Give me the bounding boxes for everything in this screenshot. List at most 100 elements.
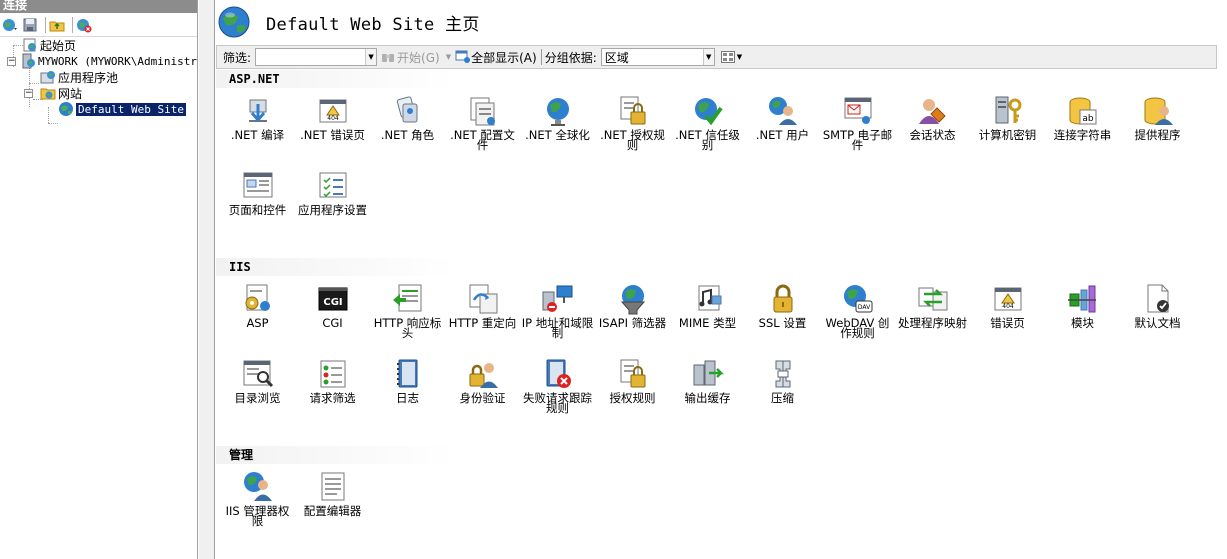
tree-item-label: 应用程序池 xyxy=(58,70,119,85)
tree-item-sites[interactable]: 网站 xyxy=(40,85,82,101)
feature-item[interactable]: 应用程序设置 xyxy=(295,169,370,239)
feature-item[interactable]: DAV WebDAV 创作规则 xyxy=(820,282,895,352)
feature-item[interactable]: 目录浏览 xyxy=(220,357,295,427)
section-header[interactable]: IIS xyxy=(216,258,456,276)
tree-item-start-page[interactable]: 起始页 xyxy=(22,37,76,53)
output-cache-icon xyxy=(691,357,725,391)
feature-item[interactable]: 压缩 xyxy=(745,357,820,427)
feature-label: 请求筛选 xyxy=(309,391,356,405)
ip-restrict-icon xyxy=(541,282,575,316)
users-globe-icon xyxy=(766,94,800,128)
binoculars-icon xyxy=(382,54,395,62)
pane-splitter[interactable] xyxy=(199,0,215,559)
disconnect-icon[interactable] xyxy=(76,17,92,33)
chevron-down-icon[interactable]: ▼ xyxy=(446,53,451,61)
feature-item[interactable]: HTTP 响应标头 xyxy=(370,282,445,352)
feature-item[interactable]: 404 错误页 xyxy=(970,282,1045,352)
svg-text:ab: ab xyxy=(1082,114,1094,124)
profile-icon xyxy=(466,94,500,128)
feature-item[interactable]: 会话状态 xyxy=(895,94,970,164)
feature-label: IP 地址和域限制 xyxy=(521,316,594,340)
feature-label: CGI xyxy=(322,316,343,330)
feature-label: 默认文档 xyxy=(1134,316,1181,330)
chevron-down-icon[interactable]: ▼ xyxy=(702,49,714,65)
go-button-label: 开始(G) xyxy=(397,50,440,65)
feature-label: 模块 xyxy=(1071,316,1094,330)
modules-icon xyxy=(1066,282,1100,316)
asp-icon xyxy=(241,282,275,316)
feature-item[interactable]: .NET 角色 xyxy=(370,94,445,164)
globe-check-icon xyxy=(691,94,725,128)
feature-item[interactable]: 处理程序映射 xyxy=(895,282,970,352)
feature-item[interactable]: IIS 管理器权限 xyxy=(220,470,295,540)
feature-item[interactable]: 404 .NET 错误页 xyxy=(295,94,370,164)
view-mode-button[interactable]: ▼ xyxy=(720,51,742,63)
section-header[interactable]: ASP.NET xyxy=(216,70,456,88)
server-icon xyxy=(20,53,36,69)
tree-item-default-web-site[interactable]: Default Web Site xyxy=(58,101,186,117)
feature-item[interactable]: 授权规则 xyxy=(595,357,670,427)
feature-item[interactable]: MIME 类型 xyxy=(670,282,745,352)
isapi-filter-icon xyxy=(616,282,650,316)
feature-item[interactable]: .NET 用户 xyxy=(745,94,820,164)
ssl-lock-icon xyxy=(766,282,800,316)
authorization-icon xyxy=(616,357,650,391)
feature-item[interactable]: 日志 xyxy=(370,357,445,427)
connect-globe-icon[interactable] xyxy=(2,17,18,33)
feature-item[interactable]: .NET 全球化 xyxy=(520,94,595,164)
go-button[interactable]: 开始(G) ▼ xyxy=(381,49,451,66)
feature-label: 身份验证 xyxy=(459,391,506,405)
feature-label: ISAPI 筛选器 xyxy=(598,316,667,330)
feature-item[interactable]: 提供程序 xyxy=(1120,94,1195,164)
show-all-button[interactable]: 全部显示(A) xyxy=(455,49,537,66)
section-header[interactable]: 管理 xyxy=(216,446,456,464)
filter-input[interactable]: ▼ xyxy=(255,48,378,66)
feature-item[interactable]: 输出缓存 xyxy=(670,357,745,427)
handler-mapping-icon xyxy=(916,282,950,316)
feature-item[interactable]: 默认文档 xyxy=(1120,282,1195,352)
authentication-icon xyxy=(466,357,500,391)
feature-item[interactable]: ASP xyxy=(220,282,295,352)
feature-label: 计算机密钥 xyxy=(978,128,1037,142)
tree-item-app-pools[interactable]: 应用程序池 xyxy=(40,69,118,85)
feature-item[interactable]: .NET 信任级别 xyxy=(670,94,745,164)
collapse-server-toggle[interactable]: − xyxy=(7,57,16,66)
tree-item-server[interactable]: MYWORK (MYWORK\Administrat xyxy=(20,53,197,69)
feature-label: 错误页 xyxy=(990,316,1025,330)
feature-item[interactable]: .NET 编译 xyxy=(220,94,295,164)
config-editor-icon xyxy=(316,470,350,504)
feature-item[interactable]: 配置编辑器 xyxy=(295,470,370,540)
feature-item[interactable]: 失败请求跟踪规则 xyxy=(520,357,595,427)
feature-item[interactable]: ISAPI 筛选器 xyxy=(595,282,670,352)
feature-label: 失败请求跟踪规则 xyxy=(523,391,592,415)
feature-label: SSL 设置 xyxy=(758,316,807,330)
provider-icon xyxy=(1141,94,1175,128)
save-icon[interactable] xyxy=(22,17,38,33)
feature-item[interactable]: 计算机密钥 xyxy=(970,94,1045,164)
chevron-down-icon[interactable]: ▼ xyxy=(737,53,742,61)
collapse-sites-toggle[interactable]: − xyxy=(24,89,33,98)
feature-label: 连接字符串 xyxy=(1053,128,1112,142)
chevron-down-icon[interactable]: ▼ xyxy=(365,49,377,65)
feature-item[interactable]: ab 连接字符串 xyxy=(1045,94,1120,164)
session-icon xyxy=(916,94,950,128)
feature-item[interactable]: IP 地址和域限制 xyxy=(520,282,595,352)
up-folder-icon[interactable] xyxy=(49,17,65,33)
tree-item-label: 网站 xyxy=(58,86,83,101)
group-by-select[interactable]: 区域 ▼ xyxy=(600,48,715,66)
feature-item[interactable]: 请求筛选 xyxy=(295,357,370,427)
feature-item[interactable]: .NET 配置文件 xyxy=(445,94,520,164)
feature-label: 日志 xyxy=(396,391,419,405)
feature-label: .NET 编译 xyxy=(230,128,285,142)
feature-item[interactable]: 页面和控件 xyxy=(220,169,295,239)
feature-item[interactable]: 模块 xyxy=(1045,282,1120,352)
feature-item[interactable]: SMTP 电子邮件 xyxy=(820,94,895,164)
feature-item[interactable]: CGI CGI xyxy=(295,282,370,352)
http-headers-icon xyxy=(391,282,425,316)
feature-label: 提供程序 xyxy=(1134,128,1181,142)
feature-item[interactable]: .NET 授权规则 xyxy=(595,94,670,164)
compile-icon xyxy=(241,94,275,128)
feature-item[interactable]: SSL 设置 xyxy=(745,282,820,352)
feature-item[interactable]: HTTP 重定向 xyxy=(445,282,520,352)
feature-item[interactable]: 身份验证 xyxy=(445,357,520,427)
